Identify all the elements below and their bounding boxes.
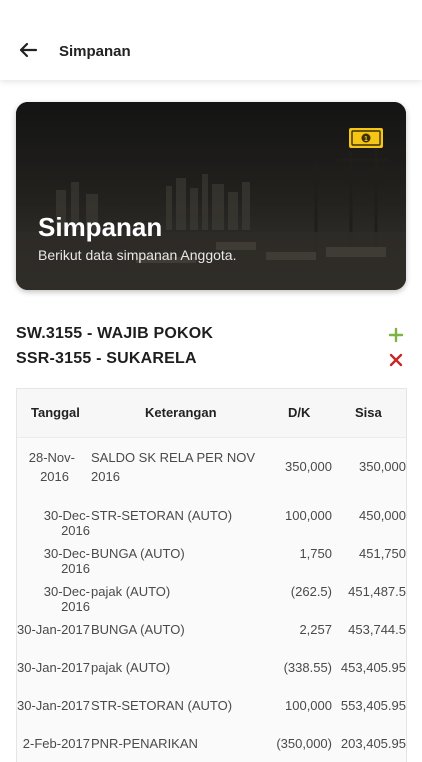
plus-icon[interactable] (388, 327, 404, 343)
page-title: Simpanan (59, 43, 131, 60)
table-row[interactable]: 2-Feb-2017 PNR-PENARIKAN (350,000) 203,4… (17, 726, 406, 762)
hero-subtitle: Berikut data simpanan Anggota. (38, 247, 237, 263)
svg-text:1: 1 (364, 136, 368, 143)
arrow-left-icon[interactable] (16, 38, 40, 62)
header-dk: D/K (288, 405, 311, 420)
hero-card: 1 Simpanan Berikut data simpanan Anggota… (16, 102, 406, 290)
table-row[interactable]: 30-Dec-2016 BUNGA (AUTO) 1,750 451,750 (17, 536, 406, 576)
table-row[interactable]: 30-Dec-2016 pajak (AUTO) (262.5) 451,487… (17, 574, 406, 614)
hero-title: Simpanan (38, 212, 163, 242)
close-icon[interactable] (388, 352, 404, 368)
table-row[interactable]: 28-Nov- 2016 SALDO SK RELA PER NOV 2016 … (17, 438, 406, 498)
app-bar: Simpanan (0, 0, 422, 80)
transactions-table: Tanggal Keterangan D/K Sisa 28-Nov- 2016… (16, 388, 407, 762)
table-header: Tanggal Keterangan D/K Sisa (17, 389, 406, 438)
account-wajib-pokok[interactable]: SW.3155 - WAJIB POKOK (16, 325, 213, 343)
table-row[interactable]: 30-Jan-2017 STR-SETORAN (AUTO) 100,000 5… (17, 688, 406, 726)
header-tanggal: Tanggal (31, 405, 80, 420)
table-row[interactable]: 30-Dec-2016 STR-SETORAN (AUTO) 100,000 4… (17, 498, 406, 538)
account-sukarela[interactable]: SSR-3155 - SUKARELA (16, 350, 197, 368)
table-row[interactable]: 30-Jan-2017 pajak (AUTO) (338.55) 453,40… (17, 650, 406, 688)
table-row[interactable]: 30-Jan-2017 BUNGA (AUTO) 2,257 453,744.5 (17, 612, 406, 650)
header-sisa: Sisa (355, 405, 382, 420)
header-keterangan: Keterangan (145, 405, 217, 420)
money-bill-icon: 1 (349, 128, 383, 148)
